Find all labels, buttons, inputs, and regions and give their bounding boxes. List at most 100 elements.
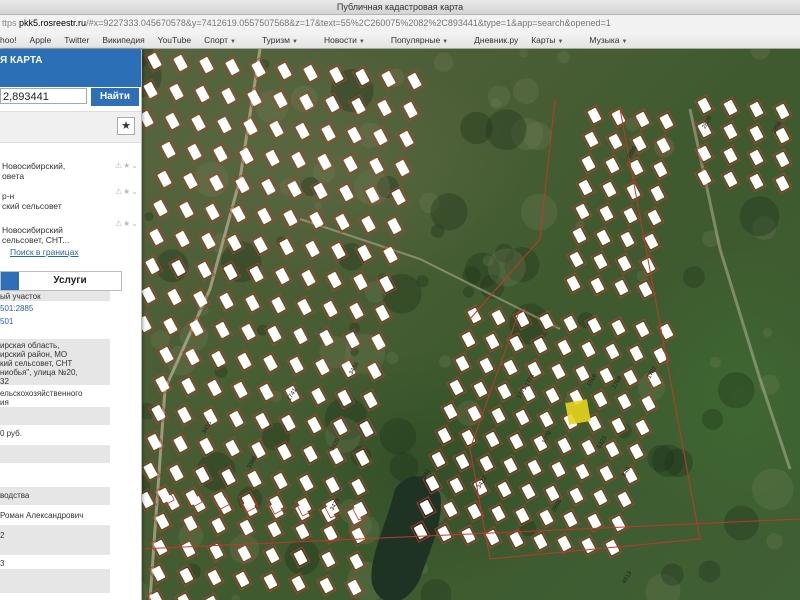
parcel-number-label[interactable] <box>697 170 712 186</box>
parcel-number-label[interactable] <box>605 442 620 458</box>
parcel-number-label[interactable] <box>449 478 464 494</box>
parcel-number-label[interactable] <box>596 230 611 246</box>
tree-actions-icon[interactable]: ⚠★⌄ <box>115 161 139 171</box>
parcel-number-label[interactable] <box>723 124 738 140</box>
bookmark-item[interactable]: hoo! <box>0 32 17 48</box>
bookmark-item[interactable]: Музыка ▼ <box>589 32 640 48</box>
parcel-number-label[interactable] <box>515 410 530 426</box>
parcel-number-label[interactable] <box>271 297 286 314</box>
parcel-number-label[interactable] <box>497 384 512 400</box>
parcel-number-label[interactable] <box>581 156 596 172</box>
parcel-number-label[interactable] <box>461 430 476 446</box>
parcel-number-label[interactable] <box>155 514 170 530</box>
tree-actions-icon[interactable]: ⚠★⌄ <box>115 219 139 229</box>
cadastral-block[interactable]: 501 <box>0 317 13 326</box>
parcel-number-label[interactable] <box>629 444 644 460</box>
parcel-number-label[interactable] <box>277 63 292 80</box>
parcel-number-label[interactable] <box>775 152 790 168</box>
parcel-number-label[interactable] <box>323 526 338 542</box>
parcel-number-label[interactable] <box>269 121 284 138</box>
parcel-number-label[interactable] <box>644 234 659 250</box>
parcel-number-label[interactable] <box>647 210 662 226</box>
parcel-number-label[interactable] <box>617 492 632 508</box>
parcel-number-label[interactable] <box>497 482 512 498</box>
parcel-number-label[interactable] <box>485 432 500 448</box>
parcel-number-label[interactable] <box>653 162 668 178</box>
parcel-number-label[interactable] <box>403 102 418 119</box>
parcel-number-label[interactable] <box>455 356 470 372</box>
parcel-number-label[interactable] <box>301 270 316 287</box>
parcel-number-label[interactable] <box>221 88 236 105</box>
parcel-number-label[interactable] <box>167 289 182 306</box>
parcel-number-label[interactable] <box>539 510 554 526</box>
parcel-number-label[interactable] <box>239 520 254 536</box>
parcel-number-label[interactable] <box>599 466 614 482</box>
parcel-number-label[interactable] <box>614 280 629 296</box>
parcel-number-label[interactable] <box>697 98 712 114</box>
parcel-number-label[interactable] <box>629 346 644 362</box>
parcel-number-label[interactable] <box>572 228 587 244</box>
parcel-number-label[interactable] <box>509 434 524 450</box>
search-button[interactable]: Найти <box>91 88 139 106</box>
parcel-number-label[interactable] <box>257 208 272 225</box>
parcel-number-label[interactable] <box>207 570 222 586</box>
bookmark-item[interactable]: Дневник.ру <box>474 32 518 48</box>
parcel-number-label[interactable] <box>323 301 338 318</box>
parcel-number-label[interactable] <box>173 436 188 453</box>
parcel-number-label[interactable] <box>509 532 524 548</box>
parcel-number-label[interactable] <box>723 172 738 188</box>
parcel-number-label[interactable] <box>387 218 402 235</box>
parcel-number-label[interactable] <box>351 479 366 496</box>
parcel-number-label[interactable] <box>197 262 212 279</box>
parcel-number-label[interactable] <box>521 484 536 500</box>
parcel-number-label[interactable] <box>775 104 790 120</box>
parcel-number-label[interactable] <box>563 512 578 528</box>
parcel-number-label[interactable] <box>461 332 476 348</box>
selected-parcel[interactable] <box>565 399 591 425</box>
parcel-number-label[interactable] <box>327 272 342 289</box>
parcel-number-label[interactable] <box>449 380 464 396</box>
parcel-number-label[interactable] <box>551 364 566 380</box>
parcel-number-label[interactable] <box>261 179 276 196</box>
parcel-number-label[interactable] <box>199 57 214 74</box>
parcel-number-label[interactable] <box>157 171 172 188</box>
parcel-number-label[interactable] <box>563 316 578 332</box>
parcel-number-label[interactable] <box>265 150 280 167</box>
parcel-number-label[interactable] <box>749 102 764 118</box>
parcel-number-label[interactable] <box>233 382 248 399</box>
parcel-number-label[interactable] <box>241 324 256 341</box>
parcel-number-label[interactable] <box>775 176 790 192</box>
parcel-number-label[interactable] <box>659 114 674 130</box>
bookmark-item[interactable]: Новости ▼ <box>324 32 378 48</box>
parcel-number-label[interactable] <box>575 464 590 480</box>
parcel-number-label[interactable] <box>578 180 593 196</box>
parcel-number-label[interactable] <box>361 216 376 233</box>
parcel-number-label[interactable] <box>237 353 252 370</box>
parcel-number-label[interactable] <box>321 552 336 568</box>
parcel-number-label[interactable] <box>617 256 632 272</box>
parcel-number-label[interactable] <box>749 150 764 166</box>
parcel-number-label[interactable] <box>247 471 262 488</box>
parcel-number-label[interactable] <box>363 392 378 409</box>
parcel-number-label[interactable] <box>581 538 596 554</box>
favorite-star-icon[interactable]: ★ <box>117 117 135 135</box>
parcel-number-label[interactable] <box>215 322 230 339</box>
parcel-number-label[interactable] <box>161 142 176 159</box>
parcel-number-label[interactable] <box>335 214 350 231</box>
parcel-number-label[interactable] <box>267 522 282 538</box>
bookmark-item[interactable]: Спорт ▼ <box>204 32 249 48</box>
parcel-number-label[interactable] <box>169 465 184 482</box>
tab-info[interactable] <box>1 272 19 290</box>
parcel-number-label[interactable] <box>545 388 560 404</box>
parcel-number-label[interactable] <box>569 252 584 268</box>
cadastral-number[interactable]: 501:2885 <box>0 304 33 313</box>
parcel-number-label[interactable] <box>211 351 226 368</box>
search-in-boundaries-link[interactable]: Поиск в границах <box>10 247 79 257</box>
parcel-number-label[interactable] <box>339 185 354 202</box>
parcel-number-label[interactable] <box>177 407 192 424</box>
parcel-number-label[interactable] <box>533 534 548 550</box>
parcel-number-label[interactable] <box>243 119 258 136</box>
parcel-number-label[interactable] <box>319 578 334 594</box>
parcel-number-label[interactable] <box>491 310 506 326</box>
parcel-number-label[interactable] <box>479 456 494 472</box>
